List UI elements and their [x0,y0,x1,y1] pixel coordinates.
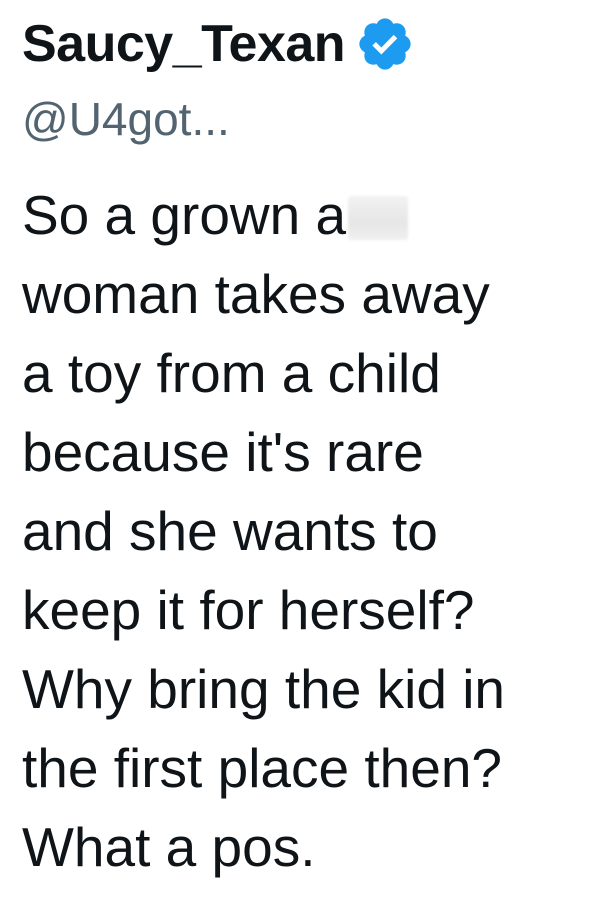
tweet-text: So a grown a woman takes away a toy from… [22,176,602,887]
display-name[interactable]: Saucy_Texan [22,18,346,70]
tweet-card: Saucy_Texan @U4got... So a grown a woman… [22,0,602,887]
tweet-text-rest: woman takes away a toy from a child beca… [22,263,505,878]
censored-word-blur [348,196,409,240]
user-handle[interactable]: @U4got... [22,96,602,158]
author-row[interactable]: Saucy_Texan [22,0,602,88]
verified-check-icon[interactable] [355,14,415,74]
tweet-text-line-1: So a grown a [22,184,347,246]
